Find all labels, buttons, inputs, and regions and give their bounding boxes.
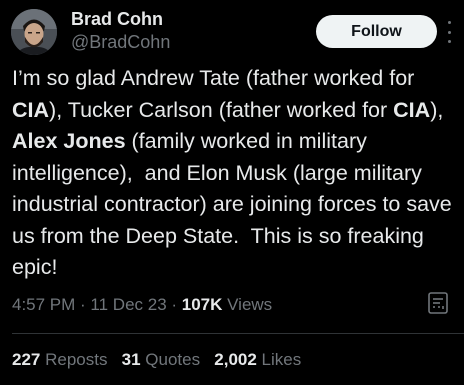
- tweet-text-segment: I’m so glad Andrew Tate (father worked f…: [12, 66, 421, 90]
- tweet-text: I’m so glad Andrew Tate (father worked f…: [12, 63, 457, 284]
- tweet-date[interactable]: 11 Dec 23: [90, 295, 166, 314]
- profile-photo-icon: [11, 9, 57, 55]
- analytics-icon-graphic: [428, 292, 448, 314]
- engagement-stats: 227 Reposts 31 Quotes 2,002 Likes: [12, 350, 301, 370]
- display-name[interactable]: Brad Cohn: [71, 9, 163, 30]
- views-count: 107K: [181, 295, 223, 314]
- tweet-text-bold: CIA: [12, 97, 50, 122]
- quotes-label: Quotes: [140, 350, 201, 369]
- quotes-stat[interactable]: 31 Quotes: [122, 350, 200, 370]
- tweet-text-bold: CIA: [393, 97, 431, 122]
- reposts-label: Reposts: [40, 350, 108, 369]
- avatar[interactable]: [11, 9, 57, 55]
- likes-stat[interactable]: 2,002 Likes: [214, 350, 301, 370]
- divider: [12, 333, 464, 334]
- reposts-count: 227: [12, 350, 41, 369]
- tweet-time[interactable]: 4:57 PM: [12, 295, 75, 314]
- reposts-stat[interactable]: 227 Reposts: [12, 350, 107, 370]
- quotes-count: 31: [121, 350, 141, 369]
- views-label: Views: [222, 295, 273, 314]
- likes-label: Likes: [256, 350, 302, 369]
- tweet-text-segment: ),: [430, 97, 450, 122]
- meta-separator: ·: [75, 295, 91, 314]
- user-handle[interactable]: @BradCohn: [71, 32, 170, 53]
- follow-button[interactable]: Follow: [316, 15, 437, 48]
- tweet-text-segment: ), Tucker Carlson (father worked for: [49, 97, 394, 122]
- tweet-meta: 4:57 PM · 11 Dec 23 · 107K Views: [12, 295, 272, 315]
- tweet-header: Brad Cohn @BradCohn Follow: [11, 9, 454, 55]
- analytics-icon[interactable]: [427, 290, 449, 316]
- meta-separator: ·: [166, 295, 182, 314]
- likes-count: 2,002: [214, 350, 257, 369]
- more-vertical-icon[interactable]: [446, 21, 452, 43]
- tweet-text-bold: Alex Jones: [12, 129, 126, 153]
